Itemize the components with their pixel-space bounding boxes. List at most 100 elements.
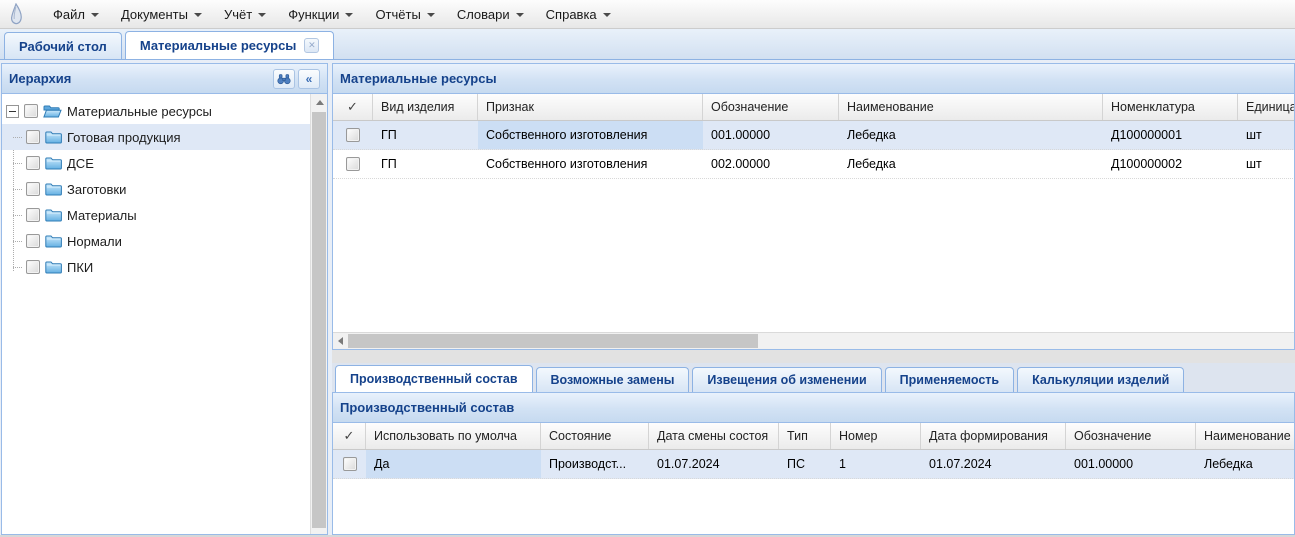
column-header-unit[interactable]: Единица — [1238, 94, 1295, 120]
cell-attribute[interactable]: Собственного изготовления — [478, 150, 703, 178]
main-tabbar: Рабочий стол Материальные ресурсы ✕ — [0, 29, 1295, 60]
tree-checkbox[interactable] — [24, 104, 38, 118]
menu-help[interactable]: Справка — [535, 0, 622, 28]
cell-unit[interactable]: шт — [1238, 150, 1295, 178]
column-header-product-type[interactable]: Вид изделия — [373, 94, 478, 120]
menu-help-label: Справка — [546, 7, 597, 22]
tree-node-normals[interactable]: Нормали — [2, 228, 310, 254]
menu-accounting[interactable]: Учёт — [213, 0, 277, 28]
cell-name[interactable]: Лебедка — [1196, 450, 1295, 478]
cell-state-change-date[interactable]: 01.07.2024 — [649, 450, 779, 478]
scroll-left-button[interactable] — [333, 333, 348, 349]
folder-open-icon — [43, 104, 62, 118]
cell-designation[interactable]: 001.00000 — [703, 121, 839, 149]
tree-checkbox[interactable] — [26, 156, 40, 170]
column-header-name[interactable]: Наименование — [1196, 423, 1295, 449]
tree-node-pki[interactable]: ПКИ — [2, 254, 310, 280]
row-checkbox[interactable] — [343, 457, 357, 471]
hierarchy-tree: Материальные ресурсы Готовая продукция — [2, 94, 310, 534]
tab-material-resources[interactable]: Материальные ресурсы ✕ — [125, 31, 335, 59]
tab-production-composition[interactable]: Производственный состав — [335, 365, 533, 392]
detail-tabbar: Производственный состав Возможные замены… — [332, 363, 1295, 392]
tab-change-notices[interactable]: Извещения об изменении — [692, 367, 881, 392]
column-header-state-change-date[interactable]: Дата смены состоя — [649, 423, 779, 449]
row-checkbox[interactable] — [346, 157, 360, 171]
column-header-nomenclature[interactable]: Номенклатура — [1103, 94, 1238, 120]
scroll-up-button[interactable] — [311, 94, 328, 111]
search-button[interactable] — [273, 69, 295, 89]
column-header-state[interactable]: Состояние — [541, 423, 649, 449]
select-column-header[interactable]: ✓ — [333, 423, 366, 449]
tab-product-calculations[interactable]: Калькуляции изделий — [1017, 367, 1184, 392]
detail-row-1[interactable]: Да Производст... 01.07.2024 ПС 1 01.07.2… — [333, 450, 1295, 479]
tree-vertical-scrollbar[interactable] — [310, 94, 327, 534]
cell-name[interactable]: Лебедка — [839, 150, 1103, 178]
collapse-panel-button[interactable]: « — [298, 69, 320, 89]
menu-functions-label: Функции — [288, 7, 339, 22]
column-header-designation[interactable]: Обозначение — [703, 94, 839, 120]
app-logo-icon — [8, 3, 28, 25]
column-header-formation-date[interactable]: Дата формирования — [921, 423, 1066, 449]
cell-product-type[interactable]: ГП — [373, 150, 478, 178]
tab-desktop[interactable]: Рабочий стол — [4, 32, 122, 59]
tree-node-materials[interactable]: Материалы — [2, 202, 310, 228]
menu-dictionaries[interactable]: Словари — [446, 0, 535, 28]
arrow-up-icon — [316, 100, 324, 105]
cell-use-by-default[interactable]: Да — [366, 450, 541, 478]
tree-checkbox[interactable] — [26, 234, 40, 248]
cell-name[interactable]: Лебедка — [839, 121, 1103, 149]
dropdown-caret-icon — [194, 13, 202, 17]
cell-designation[interactable]: 002.00000 — [703, 150, 839, 178]
tree-node-material-resources[interactable]: Материальные ресурсы — [2, 98, 310, 124]
tree-node-blanks[interactable]: Заготовки — [2, 176, 310, 202]
menu-documents[interactable]: Документы — [110, 0, 213, 28]
column-header-number[interactable]: Номер — [831, 423, 921, 449]
tab-applicability[interactable]: Применяемость — [885, 367, 1014, 392]
tab-possible-replacements[interactable]: Возможные замены — [536, 367, 690, 392]
column-header-type[interactable]: Тип — [779, 423, 831, 449]
column-header-use-by-default[interactable]: Использовать по умолча — [366, 423, 541, 449]
folder-icon — [45, 156, 62, 170]
cell-state[interactable]: Производст... — [541, 450, 649, 478]
cell-formation-date[interactable]: 01.07.2024 — [921, 450, 1066, 478]
row-checkbox-cell[interactable] — [333, 150, 373, 178]
tree-node-finished-products[interactable]: Готовая продукция — [2, 124, 310, 150]
cell-product-type[interactable]: ГП — [373, 121, 478, 149]
resources-panel: Материальные ресурсы ✓ Вид изделия Призн… — [332, 63, 1295, 350]
menu-functions[interactable]: Функции — [277, 0, 364, 28]
select-column-header[interactable]: ✓ — [333, 94, 373, 120]
tree-collapse-icon[interactable] — [6, 105, 19, 118]
cell-type[interactable]: ПС — [779, 450, 831, 478]
cell-number[interactable]: 1 — [831, 450, 921, 478]
app-window: Файл Документы Учёт Функции Отчёты Слова… — [0, 0, 1295, 537]
cell-nomenclature[interactable]: Д100000001 — [1103, 121, 1238, 149]
tree-checkbox[interactable] — [26, 208, 40, 222]
tree-node-dse[interactable]: ДСЕ — [2, 150, 310, 176]
tree-checkbox[interactable] — [26, 182, 40, 196]
tree-checkbox[interactable] — [26, 260, 40, 274]
cell-nomenclature[interactable]: Д100000002 — [1103, 150, 1238, 178]
column-header-designation[interactable]: Обозначение — [1066, 423, 1196, 449]
tree-checkbox[interactable] — [26, 130, 40, 144]
cell-designation[interactable]: 001.00000 — [1066, 450, 1196, 478]
horizontal-splitter[interactable] — [332, 350, 1295, 363]
row-checkbox-cell[interactable] — [333, 121, 373, 149]
cell-unit[interactable]: шт — [1238, 121, 1295, 149]
production-composition-header: Производственный состав — [333, 393, 1294, 423]
resources-row-2[interactable]: ГП Собственного изготовления 002.00000 Л… — [333, 150, 1295, 179]
menu-file[interactable]: Файл — [42, 0, 110, 28]
resources-panel-header: Материальные ресурсы — [333, 64, 1294, 94]
dropdown-caret-icon — [603, 13, 611, 17]
resources-row-1[interactable]: ГП Собственного изготовления 001.00000 Л… — [333, 121, 1295, 150]
row-checkbox-cell[interactable] — [333, 450, 366, 478]
scrollbar-thumb[interactable] — [312, 112, 326, 528]
scrollbar-thumb[interactable] — [348, 334, 758, 348]
column-header-name[interactable]: Наименование — [839, 94, 1103, 120]
resources-horizontal-scrollbar[interactable] — [333, 332, 1294, 349]
column-header-attribute[interactable]: Признак — [478, 94, 703, 120]
menu-file-label: Файл — [53, 7, 85, 22]
tab-close-icon[interactable]: ✕ — [304, 38, 319, 53]
menu-reports[interactable]: Отчёты — [364, 0, 445, 28]
row-checkbox[interactable] — [346, 128, 360, 142]
cell-attribute[interactable]: Собственного изготовления — [478, 121, 703, 149]
